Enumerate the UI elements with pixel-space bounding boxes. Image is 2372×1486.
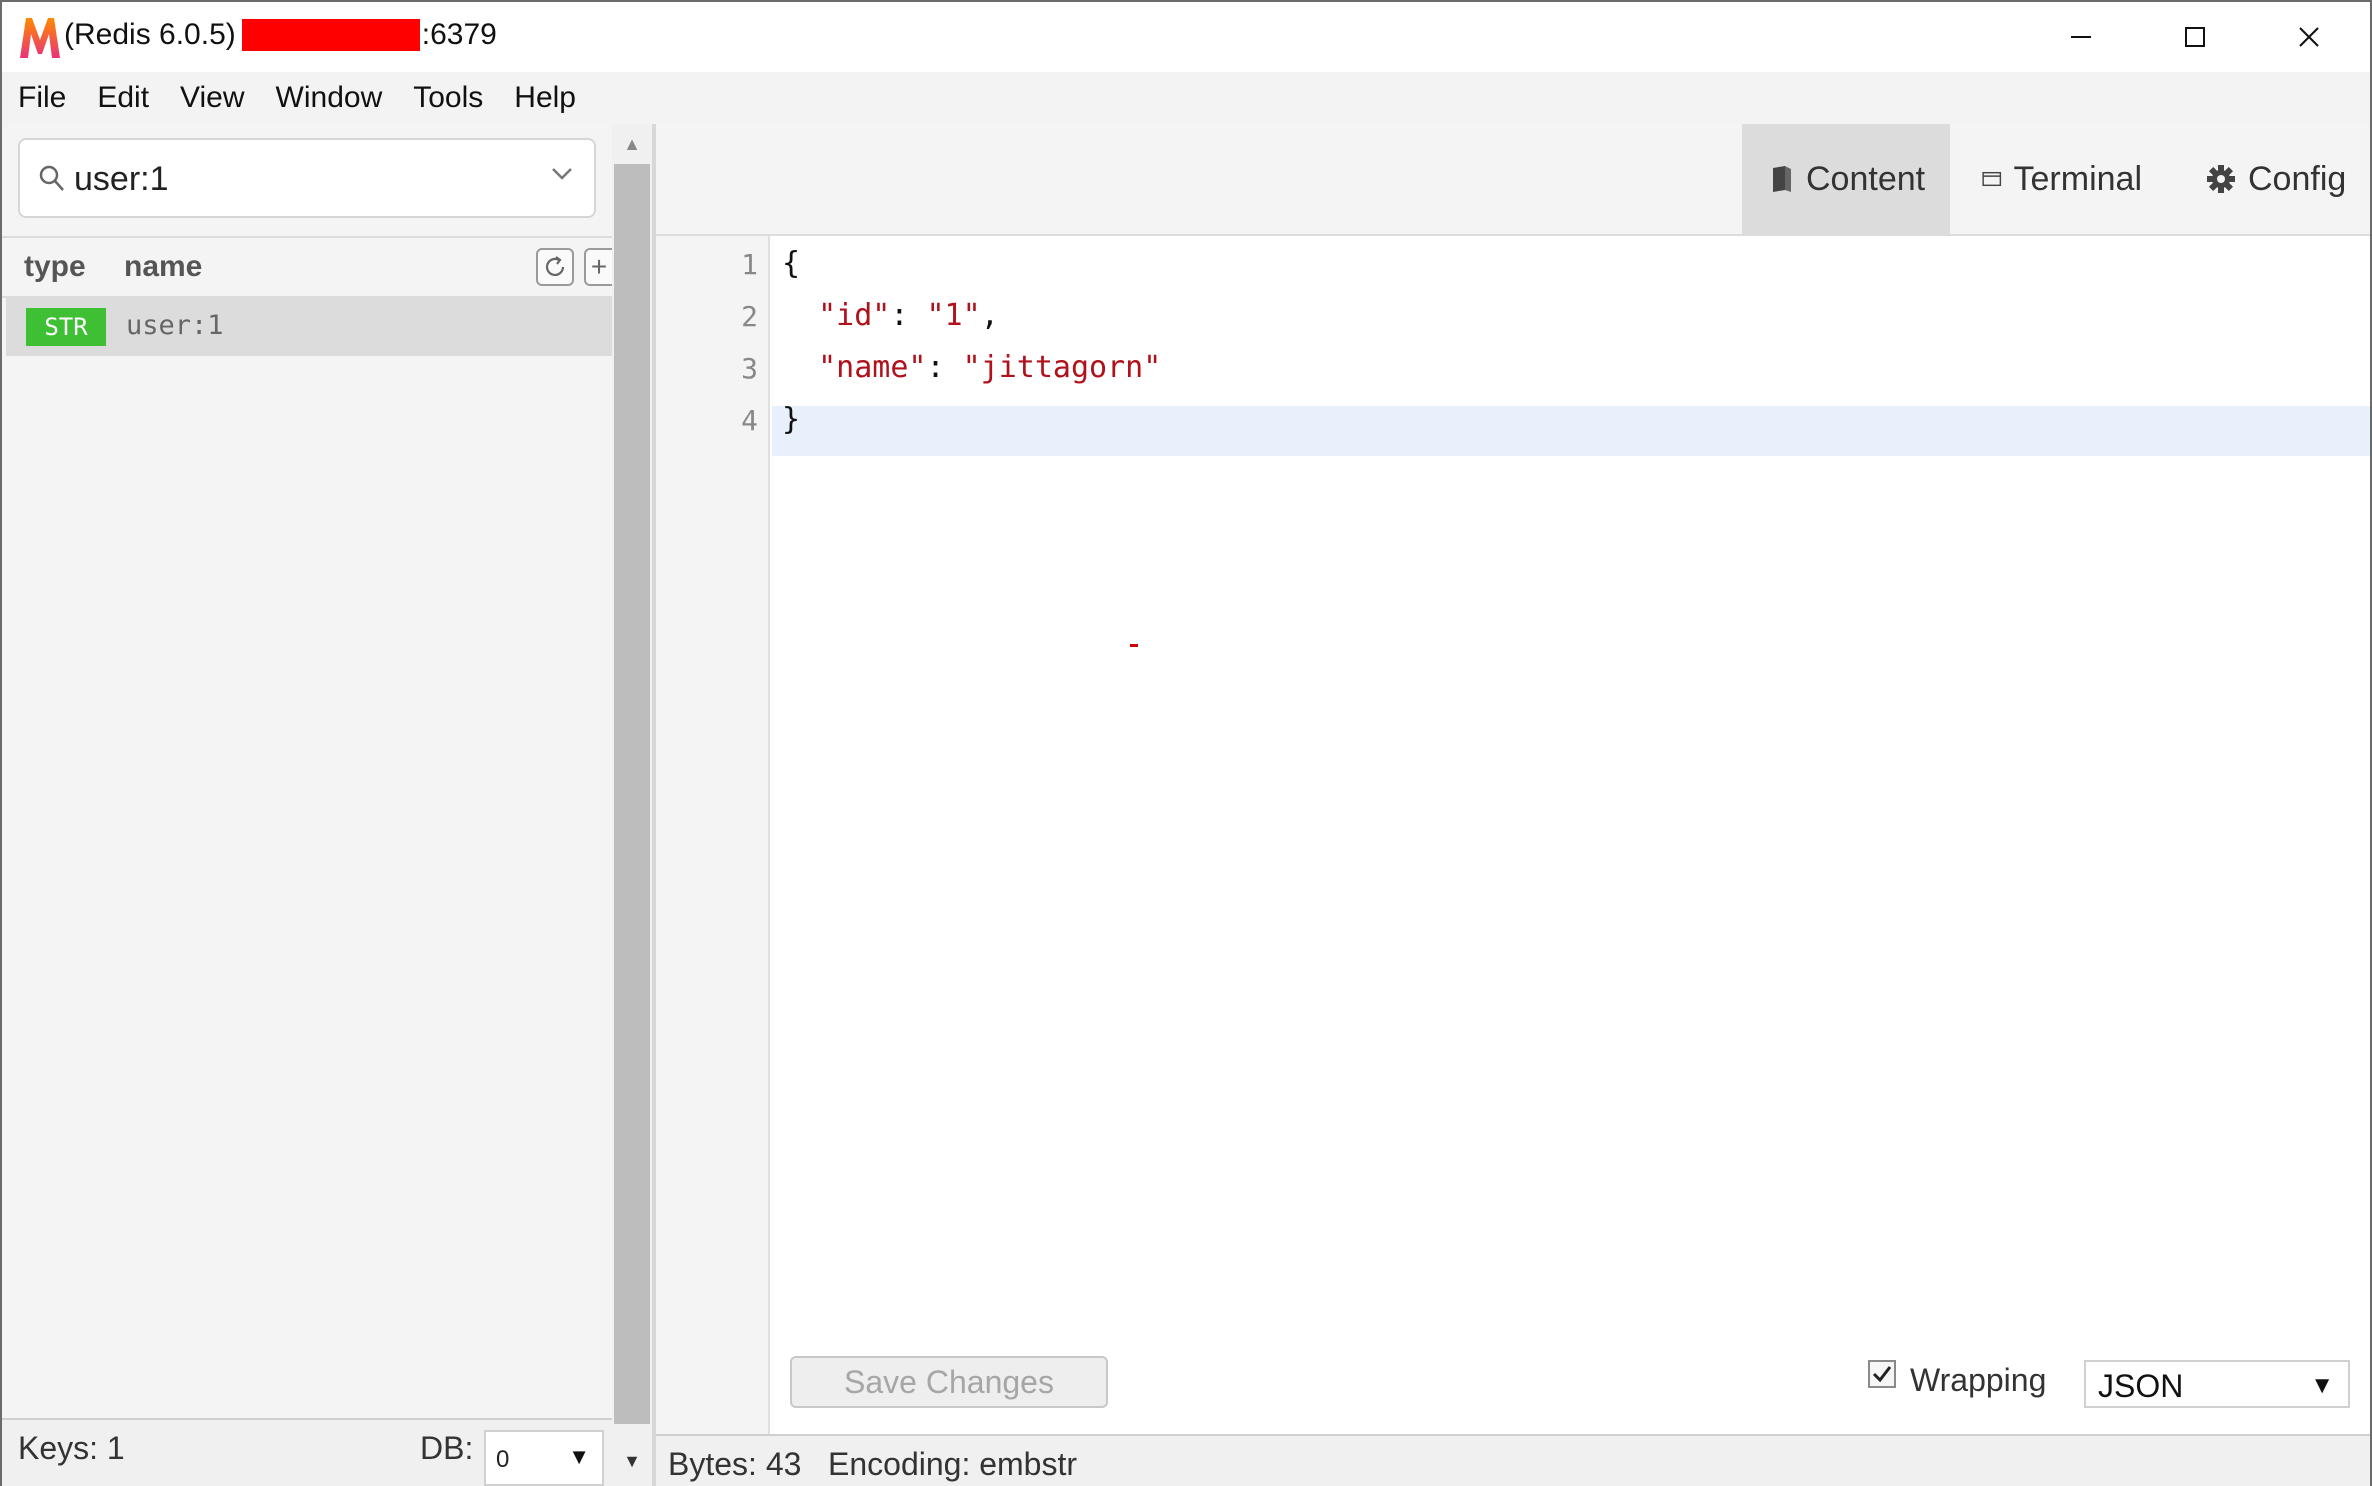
json-value: "1" xyxy=(926,298,981,333)
tab-content[interactable]: Content xyxy=(1742,124,1950,234)
redacted-host xyxy=(241,19,420,51)
db-select[interactable]: 0 ▼ xyxy=(484,1430,604,1486)
tab-terminal[interactable]: Terminal xyxy=(1982,124,2142,234)
line-number: 4 xyxy=(741,404,758,437)
title-port: :6379 xyxy=(421,18,497,51)
scroll-thumb[interactable] xyxy=(614,164,650,1424)
type-badge: STR xyxy=(26,308,106,346)
mouse-cursor-mark xyxy=(1130,644,1138,647)
tab-config[interactable]: Config xyxy=(2206,124,2366,234)
json-editor[interactable]: 1 2 3 4 { "id": "1", "name": "jittagorn"… xyxy=(656,236,2370,1436)
book-icon xyxy=(1773,166,1791,192)
minimize-icon xyxy=(2071,36,2091,38)
chevron-down-icon[interactable] xyxy=(550,166,574,182)
format-select[interactable]: JSON ▼ xyxy=(2084,1360,2350,1408)
key-row[interactable]: STR user:1 xyxy=(6,298,612,356)
terminal-window-icon xyxy=(1982,171,2002,187)
title-bar[interactable]: (Redis 6.0.5) :6379 xyxy=(2,2,2370,72)
minimize-button[interactable] xyxy=(2024,2,2138,72)
content-panel: Content Terminal Config 1 2 3 4 {"id": … xyxy=(656,124,2370,1486)
db-label: DB: xyxy=(420,1430,474,1466)
dropdown-arrow-icon: ▼ xyxy=(2310,1372,2334,1399)
json-separator: : xyxy=(926,350,963,385)
bytes-count: Bytes: 43 xyxy=(668,1446,802,1482)
title-prefix: (Redis 6.0.5) xyxy=(64,18,236,51)
key-browser-panel: type name + STR user:1 xyxy=(2,124,612,1418)
refresh-icon xyxy=(545,256,565,276)
refresh-button[interactable] xyxy=(536,248,574,286)
tab-bar: Content Terminal Config xyxy=(656,124,2370,236)
key-list-scrollbar[interactable]: ▲ ▼ xyxy=(612,124,652,1486)
code-brace-close: } xyxy=(782,402,801,437)
json-key: "id" xyxy=(818,298,891,333)
app-window: (Redis 6.0.5) :6379 File Edit View Windo… xyxy=(0,0,2372,1486)
search-icon xyxy=(39,165,64,191)
tab-config-label: Config xyxy=(2248,159,2347,198)
add-key-button[interactable]: + xyxy=(584,248,612,286)
menu-window[interactable]: Window xyxy=(276,81,383,115)
db-value: 0 xyxy=(496,1446,510,1473)
menu-tools[interactable]: Tools xyxy=(413,81,483,115)
code-brace-open: { xyxy=(782,246,801,281)
save-changes-button[interactable]: Save Changes xyxy=(790,1356,1108,1408)
menu-edit[interactable]: Edit xyxy=(97,81,149,115)
json-comma: , xyxy=(980,298,999,333)
format-value: JSON xyxy=(2098,1368,2184,1404)
close-icon xyxy=(2299,27,2319,47)
wrapping-checkbox[interactable] xyxy=(1868,1360,1896,1388)
left-status-bar: Keys: 1 DB: 0 ▼ xyxy=(2,1418,612,1486)
tab-content-label: Content xyxy=(1806,159,1926,198)
checkmark-icon xyxy=(1872,1366,1892,1383)
maximize-icon xyxy=(2185,27,2205,47)
line-number: 3 xyxy=(741,352,758,385)
menu-help[interactable]: Help xyxy=(514,81,576,115)
close-button[interactable] xyxy=(2252,2,2366,72)
menu-bar: File Edit View Window Tools Help xyxy=(2,72,2370,124)
wrapping-label: Wrapping xyxy=(1910,1362,2047,1398)
scroll-up-arrow-icon[interactable]: ▲ xyxy=(620,134,644,154)
json-separator: : xyxy=(890,298,927,333)
code-line-4: } xyxy=(782,402,800,437)
code-line-1: { xyxy=(782,246,800,281)
json-key: "name" xyxy=(818,350,927,385)
column-name[interactable]: name xyxy=(124,250,202,284)
line-number: 2 xyxy=(741,300,758,333)
key-name: user:1 xyxy=(126,310,224,341)
scroll-down-arrow-icon[interactable]: ▼ xyxy=(620,1450,644,1472)
column-type[interactable]: type xyxy=(24,250,86,284)
json-value: "jittagorn" xyxy=(962,350,1162,385)
line-number: 1 xyxy=(741,248,758,281)
menu-file[interactable]: File xyxy=(18,81,66,115)
maximize-button[interactable] xyxy=(2138,2,2252,72)
code-line-2: "id": "1", xyxy=(782,298,999,333)
right-status-bar: Bytes: 43 Encoding: embstr xyxy=(656,1434,2370,1486)
medis-logo-icon xyxy=(20,18,60,58)
tab-terminal-label: Terminal xyxy=(2013,159,2142,198)
window-title: (Redis 6.0.5) :6379 xyxy=(64,18,497,52)
key-list-header: type name + xyxy=(2,236,612,298)
gear-icon xyxy=(2207,165,2235,193)
dropdown-arrow-icon: ▼ xyxy=(568,1444,590,1469)
keys-count: Keys: 1 xyxy=(18,1430,125,1466)
menu-view[interactable]: View xyxy=(180,81,244,115)
key-search-box[interactable] xyxy=(18,138,596,218)
line-number-gutter: 1 2 3 4 xyxy=(656,236,770,1436)
encoding-type: Encoding: embstr xyxy=(828,1446,1078,1482)
code-line-3: "name": "jittagorn" xyxy=(782,350,1161,385)
key-search-input[interactable] xyxy=(74,154,534,204)
active-line-highlight xyxy=(772,406,2370,456)
